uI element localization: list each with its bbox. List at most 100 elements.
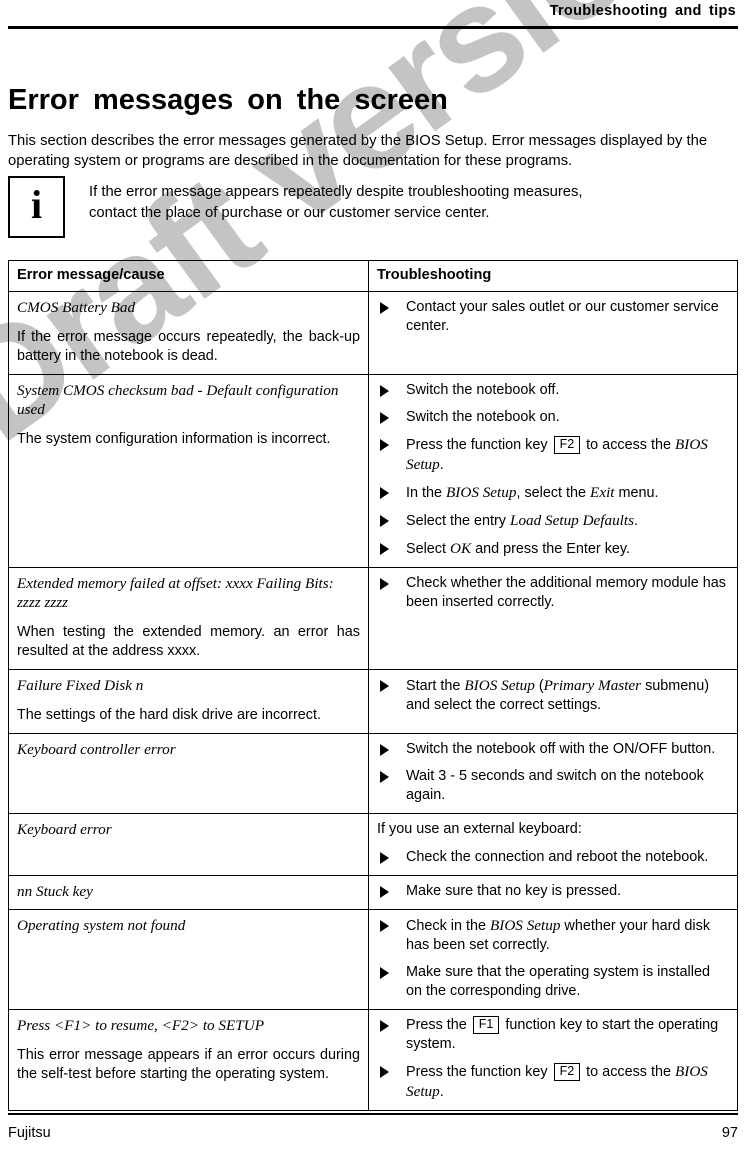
emphasis-text: BIOS Setup: [464, 677, 535, 694]
cell-troubleshooting: Start the BIOS Setup (Primary Master sub…: [368, 669, 738, 734]
table-row: Keyboard error If you use an external key…: [8, 813, 738, 876]
cell-error-message: Extended memory failed at offset: xxxx F…: [8, 567, 369, 670]
troubleshooting-step: Make sure that no key is pressed.: [377, 882, 729, 901]
error-message-text: Press <F1> to resume, <F2> to SETUP: [17, 1017, 264, 1034]
keyboard-key-f1: F1: [472, 1016, 500, 1034]
document-page: Troubleshooting and tips Error messages …: [0, 0, 744, 1159]
troubleshooting-step-list: Check whether the additional memory modu…: [377, 574, 729, 612]
table-row: CMOS Battery Bad If the error message occ…: [8, 291, 738, 375]
troubleshooting-step: Wait 3 - 5 seconds and switch on the not…: [377, 767, 729, 805]
troubleshooting-step: In the BIOS Setup, select the Exit menu.: [377, 483, 729, 503]
footer-rule: [8, 1113, 738, 1115]
cell-troubleshooting: Contact your sales outlet or our custome…: [368, 291, 738, 375]
bullet-triangle-icon: [380, 578, 389, 590]
emphasis-text: Exit: [590, 484, 615, 501]
cell-troubleshooting: If you use an external keyboard: Check th…: [368, 813, 738, 876]
cell-troubleshooting: Switch the notebook off. Switch the noteb…: [368, 374, 738, 568]
troubleshooting-step-list: Check the connection and reboot the note…: [377, 848, 729, 867]
bullet-triangle-icon: [380, 1020, 389, 1032]
bullet-triangle-icon: [380, 385, 389, 397]
info-note-text: If the error message appears repeatedly …: [89, 176, 709, 224]
troubleshooting-step-list: Switch the notebook off. Switch the noteb…: [377, 381, 729, 559]
error-message-text: Operating system not found: [17, 917, 186, 934]
error-message-text: Keyboard controller error: [17, 741, 176, 758]
error-message-text: Keyboard error: [17, 821, 112, 838]
troubleshooting-step: Press the function key F2 to access the …: [377, 1062, 729, 1102]
error-messages-table: Error message/cause Troubleshooting CMOS…: [8, 260, 738, 1111]
table-row: Keyboard controller error Switch the note…: [8, 733, 738, 814]
bullet-triangle-icon: [380, 412, 389, 424]
troubleshooting-step-list: Check in the BIOS Setup whether your har…: [377, 916, 729, 1001]
emphasis-text: OK: [450, 540, 472, 557]
info-note-line-1: If the error message appears repeatedly …: [89, 184, 583, 200]
page-number: 97: [721, 1125, 738, 1141]
bullet-triangle-icon: [380, 515, 389, 527]
emphasis-text: BIOS Setup: [490, 917, 561, 934]
table-row: Extended memory failed at offset: xxxx F…: [8, 567, 738, 670]
table-row: Failure Fixed Disk n The settings of the …: [8, 669, 738, 734]
troubleshooting-step: Switch the notebook on.: [377, 408, 729, 427]
troubleshooting-step: Press the function key F2 to access the …: [377, 435, 729, 475]
bullet-triangle-icon: [380, 439, 389, 451]
troubleshooting-step-list: Start the BIOS Setup (Primary Master sub…: [377, 676, 729, 715]
header-rule: [8, 26, 738, 29]
error-cause-text: The system configuration information is …: [17, 431, 331, 447]
intro-paragraph: This section describes the error message…: [8, 132, 708, 169]
error-cause-text: The settings of the hard disk drive are …: [17, 707, 321, 723]
error-cause-text: This error message appears if an error o…: [17, 1047, 360, 1082]
error-message-text: Extended memory failed at offset: xxxx F…: [17, 575, 334, 611]
troubleshooting-step: Start the BIOS Setup (Primary Master sub…: [377, 676, 729, 715]
bullet-triangle-icon: [380, 680, 389, 692]
cell-error-message: Failure Fixed Disk n The settings of the …: [8, 669, 369, 734]
cell-error-message: Keyboard controller error: [8, 733, 369, 814]
cell-error-message: CMOS Battery Bad If the error message occ…: [8, 291, 369, 375]
bullet-triangle-icon: [380, 852, 389, 864]
column-header-cause: Error message/cause: [8, 260, 369, 292]
emphasis-text: Primary Master: [543, 677, 642, 694]
troubleshooting-step: Make sure that the operating system is i…: [377, 963, 729, 1001]
troubleshooting-step: Switch the notebook off with the ON/OFF …: [377, 740, 729, 759]
troubleshooting-step-list: Switch the notebook off with the ON/OFF …: [377, 740, 729, 805]
troubleshooting-step: Press the F1 function key to start the o…: [377, 1016, 729, 1054]
keyboard-key-f2: F2: [553, 436, 581, 454]
error-cause-text: When testing the extended memory. an err…: [17, 624, 360, 659]
troubleshooting-step-list: Press the F1 function key to start the o…: [377, 1016, 729, 1102]
troubleshooting-step: Contact your sales outlet or our custome…: [377, 298, 729, 336]
cell-error-message: Press <F1> to resume, <F2> to SETUP This …: [8, 1009, 369, 1111]
troubleshooting-step: Check the connection and reboot the note…: [377, 848, 729, 867]
cell-error-message: Operating system not found: [8, 909, 369, 1010]
error-message-text: CMOS Battery Bad: [17, 299, 136, 316]
page-title: Error messages on the screen: [8, 84, 448, 117]
cell-troubleshooting: Press the F1 function key to start the o…: [368, 1009, 738, 1111]
info-note-line-2: contact the place of purchase or our cus…: [89, 205, 490, 221]
cell-error-message: Keyboard error: [8, 813, 369, 876]
bullet-triangle-icon: [380, 1066, 389, 1078]
cell-error-message: System CMOS checksum bad - Default confi…: [8, 374, 369, 568]
troubleshooting-step: Select OK and press the Enter key.: [377, 539, 729, 559]
info-note: i If the error message appears repeatedl…: [8, 176, 738, 238]
bullet-triangle-icon: [380, 920, 389, 932]
error-message-text: nn Stuck key: [17, 883, 93, 900]
table-row: nn Stuck key Make sure that no key is pre…: [8, 875, 738, 910]
table-row: Operating system not found Check in the B…: [8, 909, 738, 1010]
troubleshooting-step: Switch the notebook off.: [377, 381, 729, 400]
cell-troubleshooting: Check whether the additional memory modu…: [368, 567, 738, 670]
bullet-triangle-icon: [380, 302, 389, 314]
bullet-triangle-icon: [380, 886, 389, 898]
info-icon: i: [8, 176, 65, 238]
table-row: Press <F1> to resume, <F2> to SETUP This …: [8, 1009, 738, 1111]
column-header-troubleshooting: Troubleshooting: [368, 260, 738, 292]
troubleshooting-step: Select the entry Load Setup Defaults.: [377, 511, 729, 531]
bullet-triangle-icon: [380, 487, 389, 499]
bullet-triangle-icon: [380, 543, 389, 555]
troubleshooting-lead-text: If you use an external keyboard:: [377, 821, 582, 837]
table-body: CMOS Battery Bad If the error message occ…: [8, 291, 738, 1111]
error-message-text: Failure Fixed Disk n: [17, 677, 144, 694]
table-header-row: Error message/cause Troubleshooting: [8, 260, 738, 292]
bullet-triangle-icon: [380, 771, 389, 783]
bullet-triangle-icon: [380, 967, 389, 979]
footer-brand: Fujitsu: [8, 1125, 51, 1141]
page-footer: Fujitsu 97: [8, 1125, 738, 1141]
cell-troubleshooting: Check in the BIOS Setup whether your har…: [368, 909, 738, 1010]
troubleshooting-step: Check whether the additional memory modu…: [377, 574, 729, 612]
